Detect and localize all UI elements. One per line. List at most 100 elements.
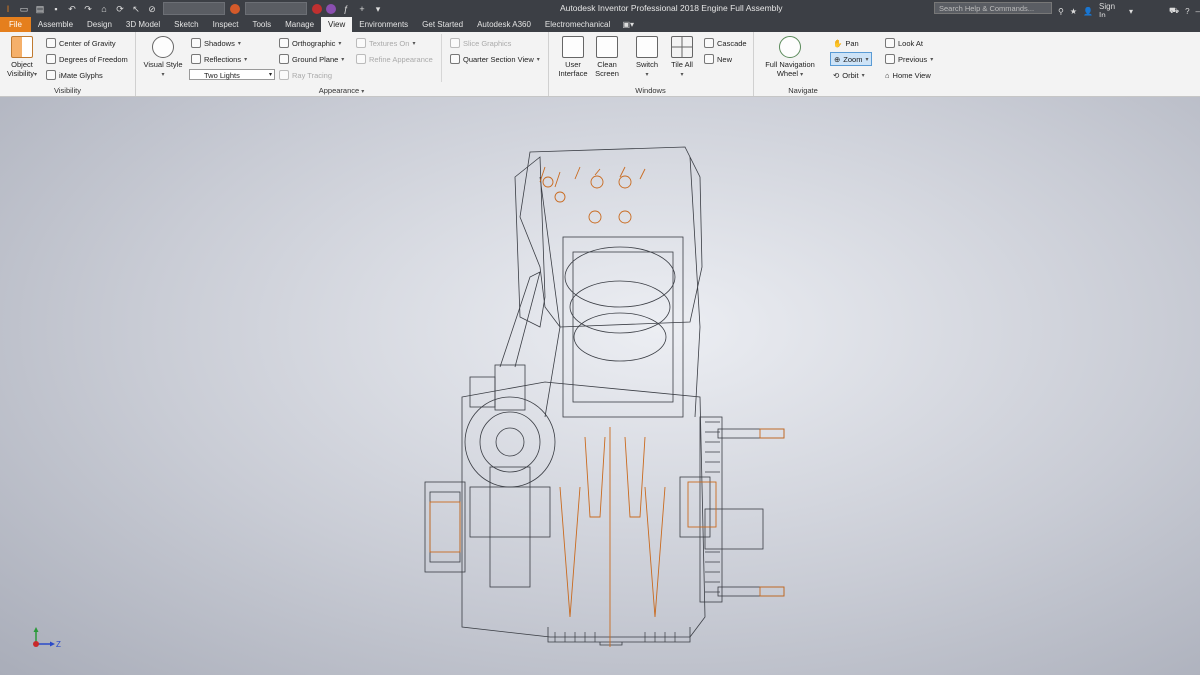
select-icon[interactable]: ↖ xyxy=(130,3,142,15)
valve-spring xyxy=(588,210,602,224)
tab-manage[interactable]: Manage xyxy=(278,17,321,32)
ribbon-tabs: File Assemble Design 3D Model Sketch Ins… xyxy=(0,17,1200,32)
refine-appearance-button[interactable]: Refine Appearance xyxy=(356,53,433,65)
windows-panel: User Interface Clean Screen Switch ▾ Tile… xyxy=(548,32,754,96)
user-interface-button[interactable]: User Interface xyxy=(556,36,590,78)
user-icon[interactable]: 👤 xyxy=(1083,7,1093,16)
tab-inspect[interactable]: Inspect xyxy=(206,17,246,32)
crank-webs xyxy=(559,486,666,618)
redo-icon[interactable]: ↷ xyxy=(82,3,94,15)
chevron-down-icon[interactable]: ▾ xyxy=(1129,7,1133,16)
tab-view[interactable]: View xyxy=(321,17,353,32)
clean-screen-button[interactable]: Clean Screen xyxy=(592,36,622,78)
navigate-panel: Full Navigation Wheel ▾ ✋ Pan ⊕ Zoom ▾ ⟲ Orb… xyxy=(753,32,945,96)
degrees-of-freedom-button[interactable]: Degrees of Freedom xyxy=(46,53,128,65)
flywheel-teeth xyxy=(705,421,720,593)
appearance-dropdown[interactable] xyxy=(245,2,307,15)
add-icon[interactable]: + xyxy=(356,3,368,15)
tab-file[interactable]: File xyxy=(0,17,31,32)
new-window-button[interactable]: New xyxy=(704,53,732,65)
quarter-section-view-button[interactable]: Quarter Section View ▾ xyxy=(450,53,540,65)
material-dropdown[interactable] xyxy=(163,2,225,15)
clear-appearance-icon[interactable] xyxy=(312,3,322,14)
open-folder-icon[interactable]: ▤ xyxy=(34,3,46,15)
tab-sketch[interactable]: Sketch xyxy=(167,17,205,32)
appearance-icon[interactable] xyxy=(230,3,240,14)
shaft-upper xyxy=(717,428,785,439)
slice-graphics-button[interactable]: Slice Graphics xyxy=(450,37,511,49)
ground-plane-button[interactable]: Ground Plane ▾ xyxy=(279,53,344,65)
visual-style-button[interactable]: Visual Style ▾ xyxy=(141,36,185,80)
tab-3d-model[interactable]: 3D Model xyxy=(119,17,167,32)
panel-divider xyxy=(441,34,442,82)
view-triad[interactable]: Z xyxy=(28,626,68,656)
z-axis-label: Z xyxy=(56,640,61,649)
cart-icon[interactable]: ⛟ xyxy=(1169,6,1179,16)
tab-assemble[interactable]: Assemble xyxy=(31,17,80,32)
valve-spring xyxy=(618,210,632,224)
camera-icon[interactable]: ▣▾ xyxy=(617,17,639,32)
ribbon: Object Visibility▾ Center of Gravity Deg… xyxy=(0,32,1200,97)
home-icon[interactable]: ⌂ xyxy=(98,3,110,15)
chevron-down-icon: ▾ xyxy=(268,72,272,78)
appearance-panel-label[interactable]: Appearance ▾ xyxy=(135,86,548,95)
home-view-button[interactable]: ⌂ Home View xyxy=(885,69,931,81)
graphics-viewport[interactable]: Z xyxy=(0,97,1200,675)
center-of-gravity-button[interactable]: Center of Gravity xyxy=(46,37,116,49)
previous-view-button[interactable]: Previous ▾ xyxy=(885,53,933,65)
customize-icon[interactable]: ▾ xyxy=(372,3,384,15)
search-input[interactable]: Search Help & Commands... xyxy=(934,2,1052,14)
engine-wireframe-model[interactable] xyxy=(0,97,1200,675)
shadows-button[interactable]: Shadows ▾ xyxy=(191,37,241,49)
save-icon[interactable]: ▪ xyxy=(50,3,62,15)
connecting-rods xyxy=(584,436,646,518)
full-navigation-wheel-button[interactable]: Full Navigation Wheel ▾ xyxy=(759,36,821,80)
help-icon[interactable]: ? xyxy=(1185,7,1189,16)
tab-tools[interactable]: Tools xyxy=(245,17,278,32)
new-window-icon xyxy=(704,54,714,64)
tab-design[interactable]: Design xyxy=(80,17,119,32)
ray-tracing-button[interactable]: Ray Tracing xyxy=(279,69,332,81)
quick-access-toolbar: I ▭ ▤ ▪ ↶ ↷ ⌂ ⟳ ↖ ⊘ ƒ + ▾ xyxy=(0,0,386,17)
switch-button[interactable]: Switch ▾ xyxy=(632,36,662,80)
block-edges xyxy=(539,156,701,418)
ray-tracing-icon xyxy=(279,70,289,80)
imate-glyphs-button[interactable]: iMate Glyphs xyxy=(46,69,103,81)
app-logo-icon[interactable]: I xyxy=(2,3,14,15)
update-icon[interactable]: ⟳ xyxy=(114,3,126,15)
tab-electromechanical[interactable]: Electromechanical xyxy=(538,17,617,32)
binoculars-icon[interactable]: ⚲ xyxy=(1058,7,1064,16)
chevron-down-icon[interactable]: ▾ xyxy=(865,56,868,63)
previous-view-icon xyxy=(885,54,895,64)
tile-all-button[interactable]: Tile All ▾ xyxy=(666,36,698,80)
cascade-button[interactable]: Cascade xyxy=(704,37,747,49)
tab-get-started[interactable]: Get Started xyxy=(415,17,470,32)
star-icon[interactable]: ★ xyxy=(1070,7,1077,16)
orthographic-button[interactable]: Orthographic ▾ xyxy=(279,37,341,49)
undo-icon[interactable]: ↶ xyxy=(66,3,78,15)
window-title: Autodesk Inventor Professional 2018 Engi… xyxy=(560,3,783,13)
cascade-icon xyxy=(704,38,714,48)
clutch-housing xyxy=(464,396,556,488)
reflections-button[interactable]: Reflections ▾ xyxy=(191,53,247,65)
zoom-button[interactable]: ⊕ Zoom ▾ xyxy=(830,52,873,66)
tab-environments[interactable]: Environments xyxy=(352,17,415,32)
orbit-button[interactable]: ⟲ Orbit ▾ xyxy=(833,69,865,81)
adjust-icon[interactable] xyxy=(326,3,336,14)
minimize-icon[interactable]: – xyxy=(1196,7,1200,16)
lighting-dropdown[interactable]: Two Lights ▾ xyxy=(189,69,275,80)
tab-autodesk-a360[interactable]: Autodesk A360 xyxy=(470,17,538,32)
clean-screen-icon xyxy=(596,36,618,58)
measure-icon[interactable]: ⊘ xyxy=(146,3,158,15)
textures-on-button[interactable]: Textures On ▾ xyxy=(356,37,415,49)
valve-springs xyxy=(539,166,646,188)
oil-pan xyxy=(547,627,691,643)
pan-button[interactable]: ✋ Pan xyxy=(833,37,859,49)
navigate-panel-label: Navigate xyxy=(788,86,818,95)
object-visibility-button[interactable]: Object Visibility▾ xyxy=(4,36,40,80)
shaft-end-upper xyxy=(759,428,785,439)
fx-icon[interactable]: ƒ xyxy=(340,3,352,15)
new-file-icon[interactable]: ▭ xyxy=(18,3,30,15)
degrees-of-freedom-icon xyxy=(46,54,56,64)
look-at-button[interactable]: Look At xyxy=(885,37,923,49)
